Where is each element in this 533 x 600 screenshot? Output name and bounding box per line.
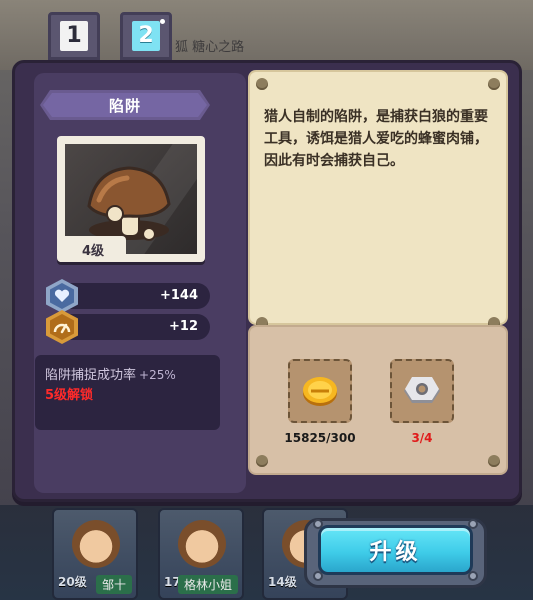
character-name: 邹十 bbox=[95, 575, 132, 594]
character-avatar bbox=[72, 520, 120, 568]
hex-nut-icon bbox=[404, 377, 440, 403]
coin-amount: 15825/300 bbox=[270, 431, 370, 445]
cost-slot-coin[interactable] bbox=[288, 359, 352, 423]
stat-speed-value: +12 bbox=[169, 319, 198, 334]
upgrade-button-label: 升级 bbox=[369, 540, 422, 565]
background-caption: 狐 糖心之路 bbox=[175, 40, 245, 55]
nut-amount: 3/4 bbox=[372, 431, 472, 445]
stat-row-speed: +12 bbox=[46, 310, 210, 344]
character-name: 格林小姐 bbox=[177, 575, 238, 594]
upgrade-button[interactable]: 升级 bbox=[318, 525, 473, 575]
item-level-text: 4级 bbox=[81, 243, 105, 259]
gold-coin-icon bbox=[303, 377, 337, 406]
item-level-badge: 4级 bbox=[60, 236, 126, 262]
rivet bbox=[488, 455, 500, 467]
unlock-requirement: 5级解锁 bbox=[45, 388, 94, 403]
background-character-card: 17级 格林小姐 bbox=[158, 508, 244, 600]
cost-slot-nut[interactable] bbox=[390, 359, 454, 423]
nut-amount-text: 3/4 bbox=[411, 431, 433, 445]
rivet bbox=[256, 455, 268, 467]
unlock-info-box: 陷阱捕捉成功率 +25% 5级解锁 bbox=[35, 355, 220, 430]
unlock-effect-text: 陷阱捕捉成功率 bbox=[45, 368, 137, 383]
character-level: 14级 bbox=[268, 575, 297, 589]
upgrade-cost-panel: 15825/300 3/4 bbox=[248, 325, 508, 475]
stat-row-health: +144 bbox=[46, 279, 210, 313]
background-character-card: 20级 邹十 bbox=[52, 508, 138, 600]
item-title-ribbon: 陷阱 bbox=[40, 90, 210, 120]
rivet bbox=[256, 78, 268, 90]
unlock-effect: 陷阱捕捉成功率 +25% bbox=[45, 365, 210, 386]
description-panel: 猎人自制的陷阱，是捕获白狼的重要工具，诱饵是猎人爱吃的蜂蜜肉铺，因此有时会捕获自… bbox=[248, 70, 508, 329]
unlock-effect-bonus: +25% bbox=[139, 368, 176, 382]
tab-1-label: 1 bbox=[60, 21, 88, 51]
coin-amount-text: 15825/300 bbox=[284, 431, 356, 445]
tab-1[interactable]: 1 bbox=[48, 12, 100, 60]
character-level: 20级 bbox=[58, 575, 87, 589]
notification-dot bbox=[160, 19, 165, 24]
tab-2-label: 2 bbox=[132, 21, 160, 51]
item-title: 陷阱 bbox=[108, 96, 141, 115]
item-description: 猎人自制的陷阱，是捕获白狼的重要工具，诱饵是猎人爱吃的蜂蜜肉铺，因此有时会捕获自… bbox=[264, 109, 488, 169]
stat-health-value: +144 bbox=[159, 288, 198, 303]
rivet bbox=[488, 78, 500, 90]
tab-2[interactable]: 2 bbox=[120, 12, 172, 60]
character-avatar bbox=[178, 520, 226, 568]
